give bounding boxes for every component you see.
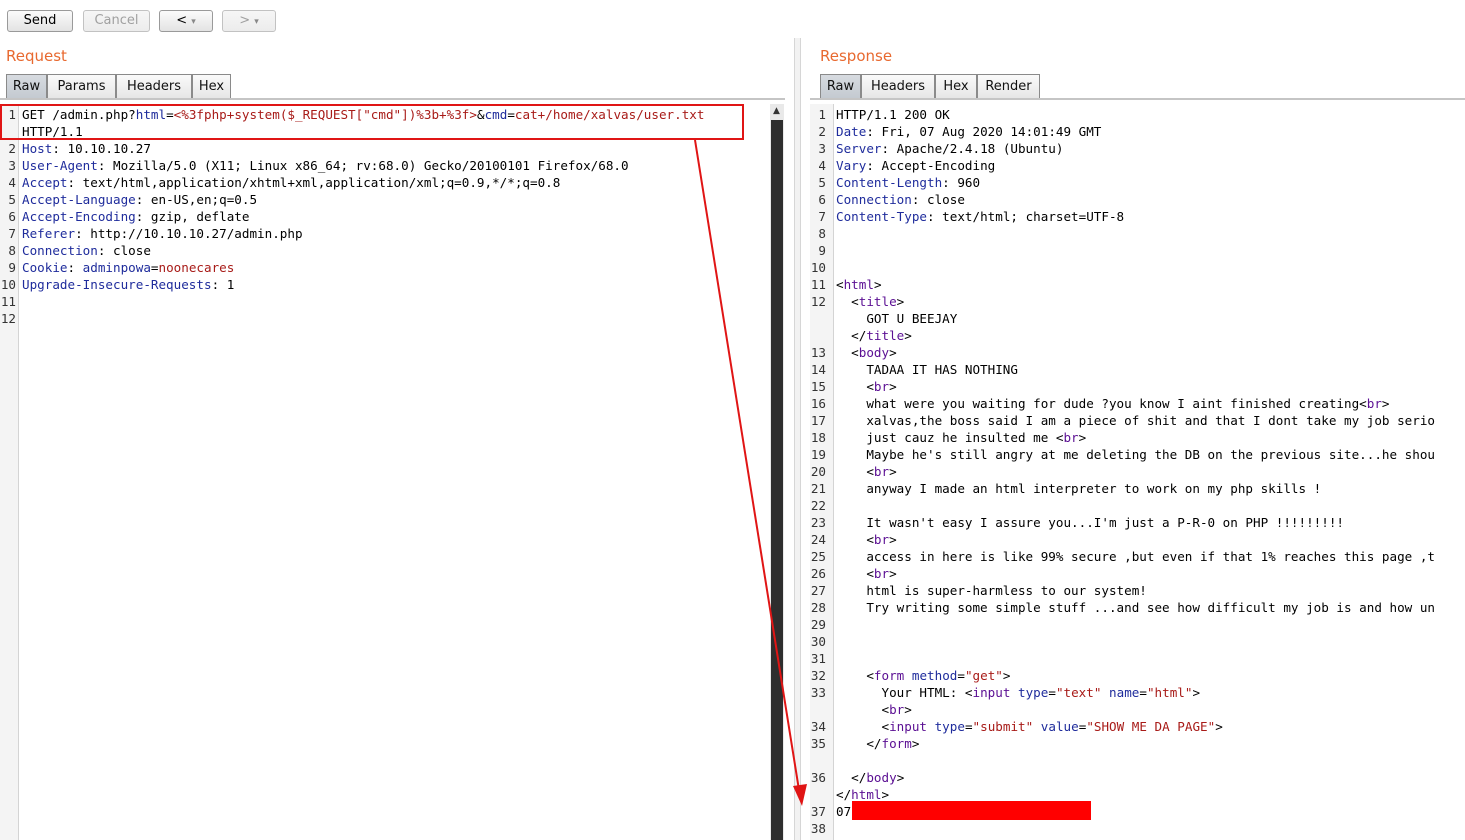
red-arrow-annotation	[694, 139, 807, 806]
